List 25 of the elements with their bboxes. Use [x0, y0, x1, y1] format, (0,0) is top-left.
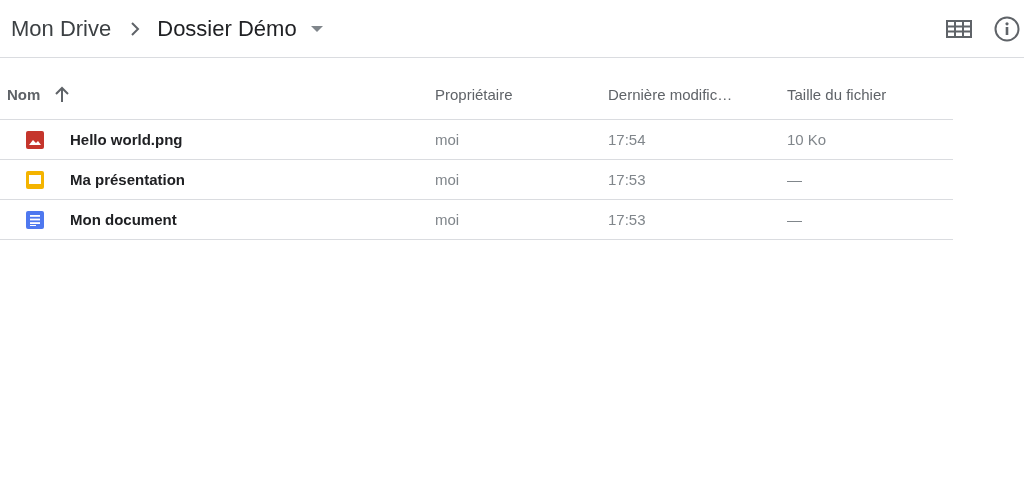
file-name[interactable]: Mon document — [70, 211, 177, 228]
file-size: — — [787, 211, 802, 228]
modified-time: 17:53 — [608, 171, 646, 188]
owner-cell: moi — [435, 171, 460, 188]
column-header[interactable]: Taille du fichier — [787, 86, 887, 103]
dropdown-caret-icon[interactable] — [310, 25, 323, 32]
file-name[interactable]: Ma présentation — [70, 171, 186, 188]
file-size: — — [787, 171, 802, 188]
info-icon — [994, 15, 1020, 42]
file-size: 10 Ko — [787, 131, 827, 148]
info-button[interactable] — [994, 15, 1020, 42]
breadcrumb-item[interactable]: Dossier Démo — [157, 15, 297, 42]
grid-icon — [946, 19, 972, 38]
grid-view-button[interactable] — [946, 19, 972, 38]
owner-cell: moi — [435, 211, 460, 228]
column-header[interactable]: Nom — [7, 86, 41, 103]
owner-cell: moi — [435, 131, 460, 148]
modified-time: 17:54 — [608, 131, 646, 148]
file-name[interactable]: Hello world.png — [70, 131, 183, 148]
column-header[interactable]: Propriétaire — [435, 86, 513, 103]
column-header[interactable]: Dernière modific… — [608, 86, 733, 103]
modified-time: 17:53 — [608, 211, 646, 228]
chevron-icon — [129, 21, 142, 36]
breadcrumb-item[interactable]: Mon Drive — [11, 15, 112, 42]
sort-arrow-up-icon[interactable] — [54, 86, 71, 103]
